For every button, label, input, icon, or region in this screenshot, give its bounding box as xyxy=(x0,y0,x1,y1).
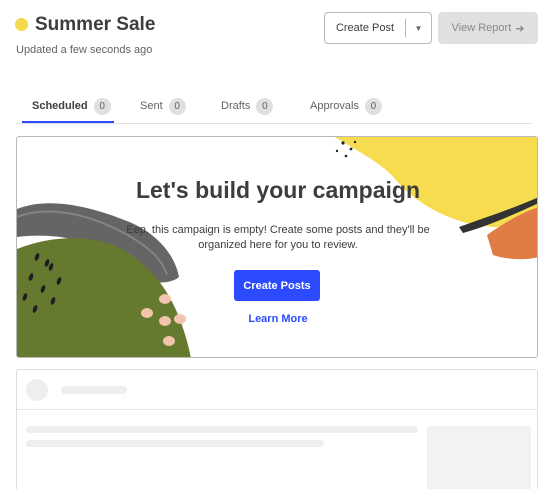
skeleton-avatar xyxy=(26,379,48,401)
skeleton-header xyxy=(17,370,537,410)
tab-count-badge: 0 xyxy=(93,97,111,115)
tab-sent[interactable]: Sent 0 xyxy=(140,92,186,120)
campaign-page: Summer Sale Updated a few seconds ago Cr… xyxy=(0,0,547,489)
chevron-down-icon[interactable]: ▼ xyxy=(406,24,431,33)
create-post-button[interactable]: Create Post ▼ xyxy=(324,12,432,44)
active-tab-indicator xyxy=(22,121,114,123)
updated-timestamp: Updated a few seconds ago xyxy=(16,44,153,56)
tab-approvals[interactable]: Approvals 0 xyxy=(310,92,382,120)
tab-scheduled[interactable]: Scheduled 0 xyxy=(32,92,111,120)
empty-state-message: Eep, this campaign is empty! Create some… xyxy=(126,224,430,251)
tab-count-badge: 0 xyxy=(364,97,382,115)
view-report-label: View Report xyxy=(451,22,512,34)
tab-label: Scheduled xyxy=(32,100,88,112)
empty-state-heading: Let's build your campaign xyxy=(135,177,421,203)
tab-count-badge: 0 xyxy=(256,97,274,115)
skeleton-line xyxy=(26,440,324,447)
tab-label: Sent xyxy=(140,100,163,112)
skeleton-title xyxy=(61,386,127,394)
learn-more-link[interactable]: Learn More xyxy=(17,313,537,325)
arrow-right-icon: ➜ xyxy=(515,22,525,35)
empty-campaign-card: Let's build your campaign Eep, this camp… xyxy=(16,136,538,358)
create-posts-button[interactable]: Create Posts xyxy=(234,270,320,301)
tab-label: Approvals xyxy=(310,100,359,112)
tab-count-badge: 0 xyxy=(168,97,186,115)
campaign-tabs: Scheduled 0 Sent 0 Drafts 0 Approvals 0 xyxy=(16,88,532,124)
skeleton-thumbnail xyxy=(427,426,531,489)
tab-drafts[interactable]: Drafts 0 xyxy=(221,92,274,120)
skeleton-line xyxy=(26,426,418,433)
tab-label: Drafts xyxy=(221,100,251,112)
view-report-button[interactable]: View Report ➜ xyxy=(438,12,538,44)
post-skeleton-card xyxy=(16,369,538,489)
create-post-label[interactable]: Create Post xyxy=(325,22,405,34)
status-dot xyxy=(15,18,28,31)
page-title: Summer Sale xyxy=(35,14,156,35)
